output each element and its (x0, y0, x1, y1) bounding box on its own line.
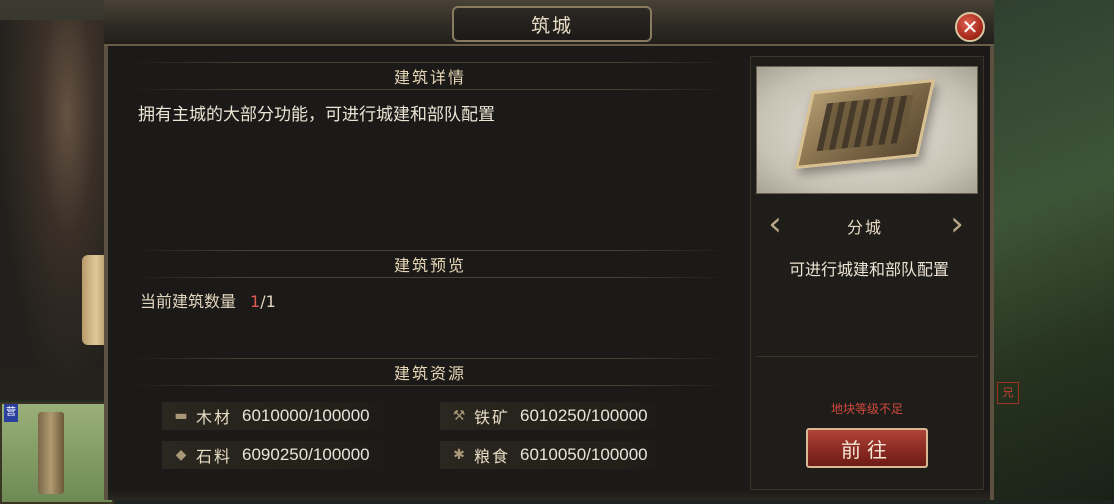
resources-header-label: 建筑资源 (393, 364, 466, 383)
title-plate: 筑城 (452, 6, 652, 42)
city-buildings-shape (816, 94, 914, 152)
count-label: 当前建筑数量 (140, 292, 237, 311)
iron-icon: ⚒ (452, 408, 466, 424)
divider (756, 356, 978, 357)
side-tag: 兄 (997, 382, 1019, 404)
resource-iron: ⚒ 铁矿 6010250/100000 (440, 402, 666, 430)
resource-value: 6090250/100000 (242, 445, 370, 464)
resource-name: 铁矿 (474, 408, 511, 427)
details-header-label: 建筑详情 (393, 68, 466, 87)
wood-icon: ▬ (174, 408, 188, 424)
count-max: /1 (260, 292, 276, 311)
go-button-label: 前往 (841, 437, 893, 462)
building-info-section: 建筑详情 拥有主城的大部分功能，可进行城建和部队配置 建筑预览 当前建筑数量 1/… (128, 52, 732, 492)
resource-stone: ◆ 石料 6090250/100000 (162, 441, 388, 469)
building-count-row: 当前建筑数量 1/1 (140, 288, 276, 312)
resource-name: 石料 (196, 447, 233, 466)
preview-header: 建筑预览 (128, 250, 732, 278)
background-scene-right (990, 0, 1114, 500)
details-header: 建筑详情 (128, 62, 732, 90)
grain-icon: ✱ (453, 447, 465, 463)
stone-icon: ◆ (175, 447, 187, 463)
count-current: 1 (250, 292, 261, 311)
resource-value: 6010050/100000 (520, 445, 648, 464)
prev-building-button[interactable]: ‹ (764, 206, 786, 242)
tower-image (38, 412, 64, 494)
building-description: 拥有主城的大部分功能，可进行城建和部队配置 (138, 105, 495, 125)
resource-value: 6010000/100000 (242, 406, 370, 425)
next-building-button[interactable]: › (946, 206, 968, 242)
city-preview-image (756, 66, 978, 194)
tile-level-warning: 地块等级不足 (830, 402, 903, 416)
resource-name: 粮食 (474, 447, 511, 466)
resource-value: 6010250/100000 (520, 406, 648, 425)
resource-grain: ✱ 粮食 6010050/100000 (440, 441, 666, 469)
resources-header: 建筑资源 (128, 358, 732, 386)
go-button[interactable]: 前往 (806, 428, 928, 468)
preview-header-label: 建筑预览 (393, 256, 466, 275)
close-button[interactable]: ✕ (955, 12, 985, 42)
building-summary: 可进行城建和部队配置 (788, 260, 949, 279)
resource-wood: ▬ 木材 6010000/100000 (162, 402, 388, 430)
building-name: 分城 (846, 218, 883, 237)
resource-name: 木材 (196, 408, 233, 427)
close-icon: ✕ (961, 15, 979, 39)
dialog-title: 筑城 (530, 14, 573, 37)
tile-badge: 营 (4, 404, 18, 422)
panel-bottom-edge (108, 490, 990, 500)
chevron-left-icon: ‹ (768, 204, 782, 244)
chevron-right-icon: › (950, 204, 964, 244)
